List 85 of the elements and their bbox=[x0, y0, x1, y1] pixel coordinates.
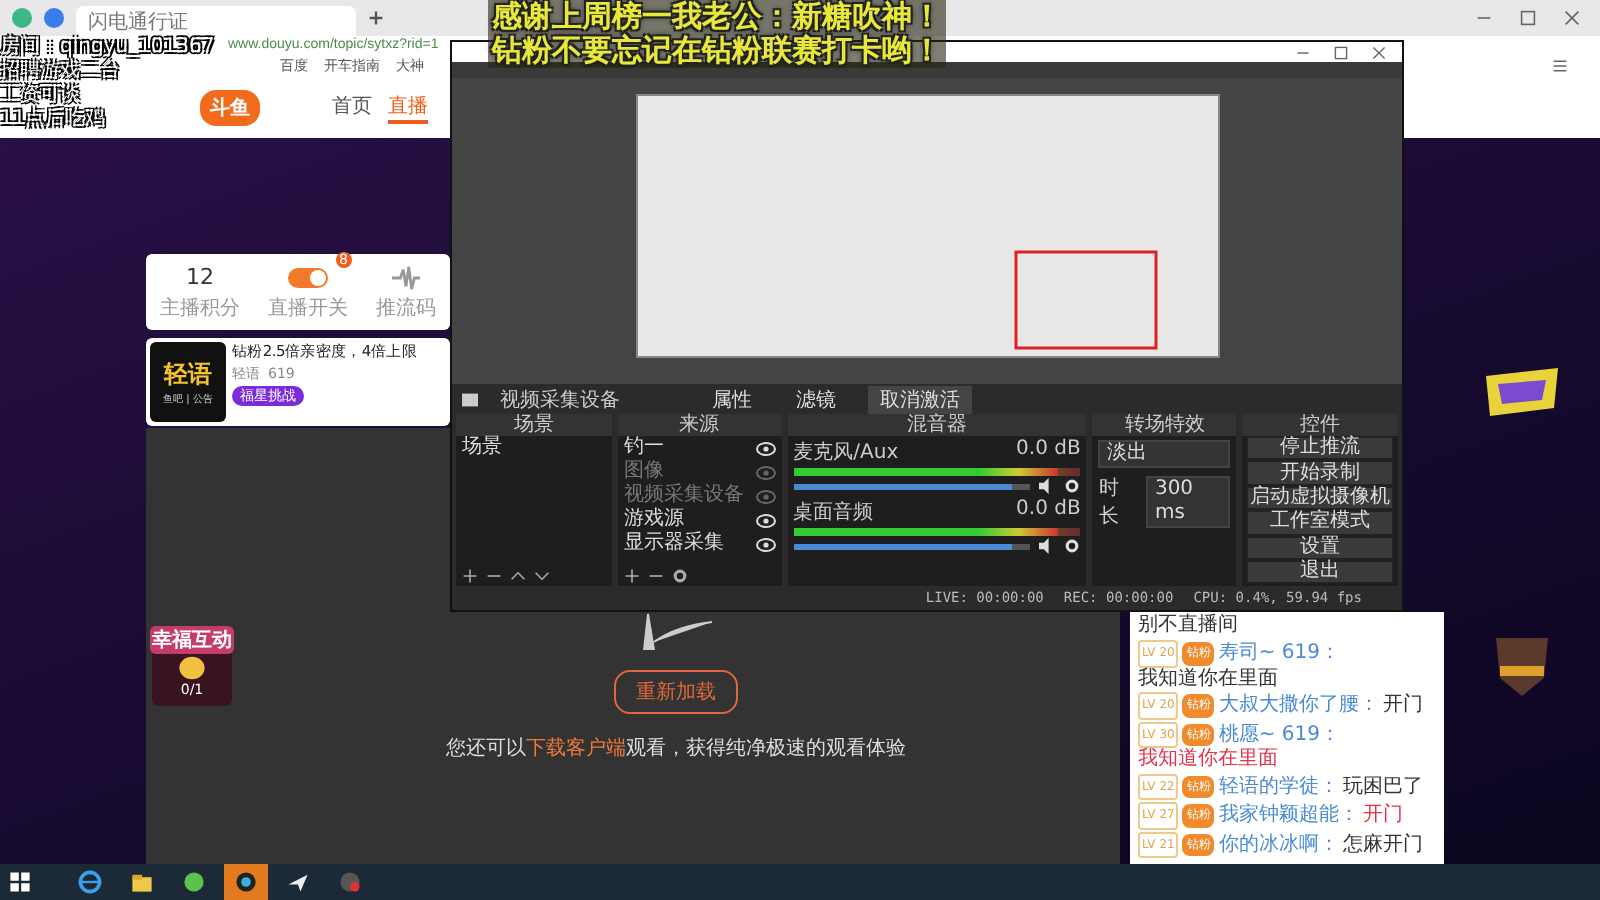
chat-message: 开门 bbox=[1382, 694, 1423, 717]
control-button[interactable]: 设置 bbox=[1246, 535, 1394, 560]
caption-text: 钻粉不要忘记在钻粉联赛打卡哟！ bbox=[488, 34, 946, 68]
eye-icon[interactable] bbox=[755, 513, 776, 527]
source-label: 视频采集设备 bbox=[500, 387, 620, 413]
browser-tab[interactable]: 闪电通行证 bbox=[76, 6, 356, 36]
chat-username[interactable]: 我家钟颖超能： bbox=[1218, 804, 1359, 827]
score-value: 12 bbox=[186, 263, 214, 291]
chat-username[interactable]: 轻语的学徒： bbox=[1218, 775, 1339, 798]
menu-icon[interactable] bbox=[1552, 58, 1568, 74]
source-item[interactable]: 显示器采集 bbox=[623, 532, 750, 556]
waveform-icon bbox=[392, 263, 420, 291]
plus-icon[interactable] bbox=[368, 10, 384, 26]
camera-icon bbox=[460, 391, 480, 407]
overlay-text: 房间：qingyu_101367 bbox=[0, 36, 215, 60]
chat-message: 我知道你在里面 bbox=[1138, 748, 1278, 771]
channel-reading: 0.0 dB bbox=[1016, 438, 1081, 464]
control-button[interactable]: 启动虚拟摄像机 bbox=[1246, 485, 1394, 511]
recorder-app-icon bbox=[234, 870, 258, 894]
source-toolbar-button[interactable]: 属性 bbox=[700, 385, 764, 413]
duration-field[interactable]: 300 ms bbox=[1146, 476, 1231, 528]
channel-name: 麦克风/Aux bbox=[793, 439, 899, 466]
maximize-icon[interactable] bbox=[1334, 45, 1348, 59]
eye-dimmed-icon[interactable] bbox=[755, 465, 776, 479]
windows-start-icon[interactable] bbox=[8, 870, 32, 894]
download-hint: 您还可以下载客户端观看，获得纯净极速的观看体验 bbox=[446, 735, 906, 762]
channel-name: 桌面音频 bbox=[793, 499, 874, 526]
selection-frame[interactable] bbox=[1013, 250, 1157, 350]
panel-title: 场景 bbox=[456, 414, 612, 436]
eye-dimmed-icon[interactable] bbox=[755, 489, 776, 503]
add-icon[interactable] bbox=[462, 568, 478, 584]
caption-text: 感谢上周榜一我老公：新糖吹神！ bbox=[488, 0, 946, 34]
chat-title: 别不直播间 bbox=[1138, 614, 1240, 638]
stat-label: 主播积分 bbox=[160, 295, 240, 321]
circle-icon bbox=[182, 870, 206, 894]
widget-title: 幸福互动 bbox=[150, 626, 234, 654]
reload-button[interactable]: 重新加载 bbox=[614, 670, 738, 714]
channel-reading: 0.0 dB bbox=[1016, 498, 1081, 524]
close-icon[interactable] bbox=[1372, 45, 1386, 59]
folder-icon bbox=[130, 870, 154, 894]
source-item[interactable]: 钓一 bbox=[623, 436, 750, 460]
chat-message: 开门 bbox=[1362, 804, 1403, 827]
eye-icon[interactable] bbox=[755, 537, 776, 551]
chat-message: 玩困巴了 bbox=[1342, 775, 1423, 798]
close-icon[interactable] bbox=[1564, 10, 1580, 26]
source-item[interactable]: 视频采集设备 bbox=[623, 484, 750, 508]
control-button[interactable]: 工作室模式 bbox=[1246, 510, 1394, 536]
down-chevron-icon[interactable] bbox=[534, 568, 550, 584]
nav-link[interactable]: 首页 bbox=[332, 91, 372, 123]
panel-title: 来源 bbox=[617, 414, 782, 436]
add-icon[interactable] bbox=[623, 568, 640, 584]
scene-item[interactable]: 场景 bbox=[456, 436, 612, 460]
stat-label: 推流码 bbox=[376, 295, 436, 321]
emblem-icon bbox=[1482, 363, 1562, 420]
control-button[interactable]: 停止推流 bbox=[1246, 436, 1394, 461]
stat-label: 直播开关 bbox=[268, 295, 348, 321]
maximize-icon[interactable] bbox=[1520, 10, 1536, 26]
chat-message: 我知道你在里面 bbox=[1138, 667, 1278, 690]
browser-icon bbox=[78, 870, 102, 894]
chat-username[interactable]: 你的冰冰啊： bbox=[1218, 833, 1339, 856]
panel-title: 混音器 bbox=[787, 414, 1087, 436]
taskbar-app[interactable] bbox=[224, 864, 268, 900]
source-toolbar-button[interactable]: 滤镜 bbox=[784, 385, 848, 413]
download-link[interactable]: 下载客户端 bbox=[526, 738, 626, 760]
live-toggle[interactable] bbox=[288, 267, 328, 287]
control-button[interactable]: 退出 bbox=[1246, 559, 1394, 585]
chat-username[interactable]: 桃愿~ 619： bbox=[1218, 723, 1340, 746]
source-item[interactable]: 游戏源 bbox=[623, 508, 750, 532]
source-item[interactable]: 图像 bbox=[623, 460, 750, 484]
eye-icon[interactable] bbox=[755, 441, 776, 455]
duration-label: 时长 bbox=[1098, 475, 1121, 530]
panel-title: 控件 bbox=[1242, 414, 1398, 436]
up-chevron-icon[interactable] bbox=[510, 568, 526, 584]
chat-message: 怎麻开门 bbox=[1342, 833, 1423, 856]
settings-icon[interactable] bbox=[671, 568, 688, 584]
transition-select[interactable]: 淡出 bbox=[1098, 440, 1231, 468]
plane-icon bbox=[286, 870, 310, 894]
chat-username[interactable]: 寿司~ 619： bbox=[1218, 642, 1340, 665]
coin-icon bbox=[174, 654, 210, 682]
record-icon bbox=[338, 870, 362, 894]
overlay-text: 招聘游戏二台 bbox=[0, 60, 215, 84]
panel-title: 转场特效 bbox=[1092, 414, 1237, 436]
source-toolbar-button[interactable]: 取消激活 bbox=[868, 385, 972, 413]
chat-username[interactable]: 大叔大撒你了腰： bbox=[1218, 694, 1379, 717]
control-button[interactable]: 开始录制 bbox=[1246, 460, 1394, 486]
